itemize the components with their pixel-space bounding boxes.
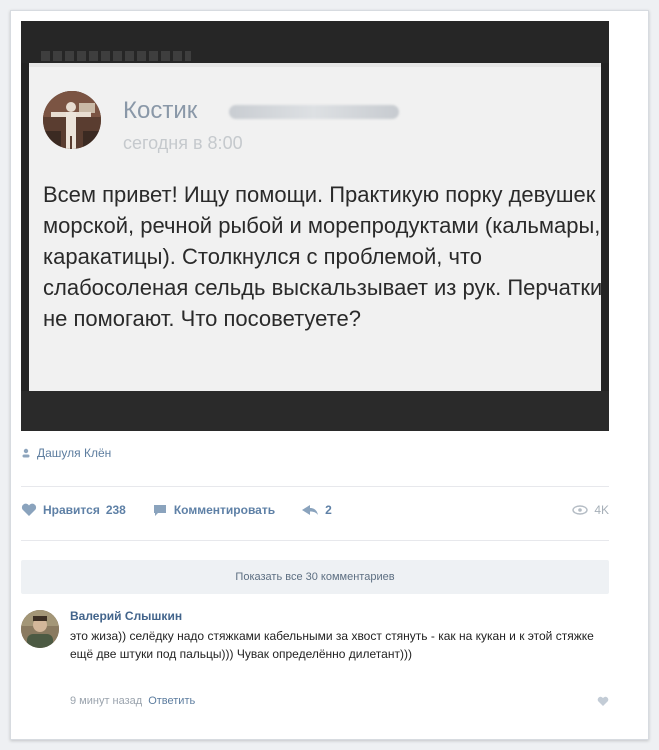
user-icon bbox=[21, 448, 31, 458]
quoted-post-text: Всем привет! Ищу помощи. Практикую порку… bbox=[43, 182, 603, 331]
like-heart-icon[interactable] bbox=[597, 696, 609, 707]
post-photo[interactable]: Костик сегодня в 8:00 Всем привет! Ищу п… bbox=[21, 21, 609, 431]
quoted-author-name: Костик bbox=[123, 97, 198, 124]
comment-text: это жиза)) селёдку надо стяжками кабельн… bbox=[70, 629, 594, 661]
quoted-post-time: сегодня в 8:00 bbox=[123, 133, 243, 153]
comment-label: Комментировать bbox=[173, 503, 276, 517]
like-count: 238 bbox=[105, 503, 126, 517]
comment-button[interactable]: Комментировать bbox=[152, 503, 275, 517]
action-bar: Нравится 238 Комментировать 2 4K bbox=[21, 500, 609, 520]
comment-time[interactable]: 9 минут назад bbox=[70, 695, 142, 707]
like-button[interactable]: Нравится 238 bbox=[21, 503, 126, 517]
show-all-comments-button[interactable]: Показать все 30 комментариев bbox=[21, 560, 609, 594]
comment-icon bbox=[152, 503, 168, 517]
source-author-name: Дашуля Клён bbox=[37, 446, 112, 460]
heart-icon bbox=[21, 503, 37, 517]
blurred-surname bbox=[229, 105, 399, 119]
eye-icon bbox=[572, 505, 589, 515]
share-button[interactable]: 2 bbox=[301, 503, 332, 517]
photo-bottom-strip bbox=[21, 391, 609, 431]
cropped-header-text bbox=[41, 51, 191, 61]
share-count: 2 bbox=[325, 503, 332, 517]
reply-button[interactable]: Ответить bbox=[148, 695, 195, 707]
share-icon bbox=[301, 503, 319, 517]
comment-meta: 9 минут назад Ответить bbox=[70, 695, 195, 707]
views-counter: 4K bbox=[572, 503, 609, 517]
commenter-name[interactable]: Валерий Слышкин bbox=[70, 609, 182, 623]
views-count: 4K bbox=[594, 503, 609, 517]
quoted-author-avatar bbox=[43, 91, 101, 149]
photo-top-strip bbox=[21, 21, 609, 63]
source-author[interactable]: Дашуля Клён bbox=[21, 446, 111, 460]
divider-top bbox=[21, 486, 609, 487]
commenter-avatar[interactable] bbox=[21, 610, 59, 648]
quoted-post-card: Костик сегодня в 8:00 Всем привет! Ищу п… bbox=[29, 63, 603, 391]
card-topline bbox=[29, 63, 601, 67]
like-label: Нравится bbox=[43, 503, 100, 517]
divider-bottom bbox=[21, 540, 609, 541]
